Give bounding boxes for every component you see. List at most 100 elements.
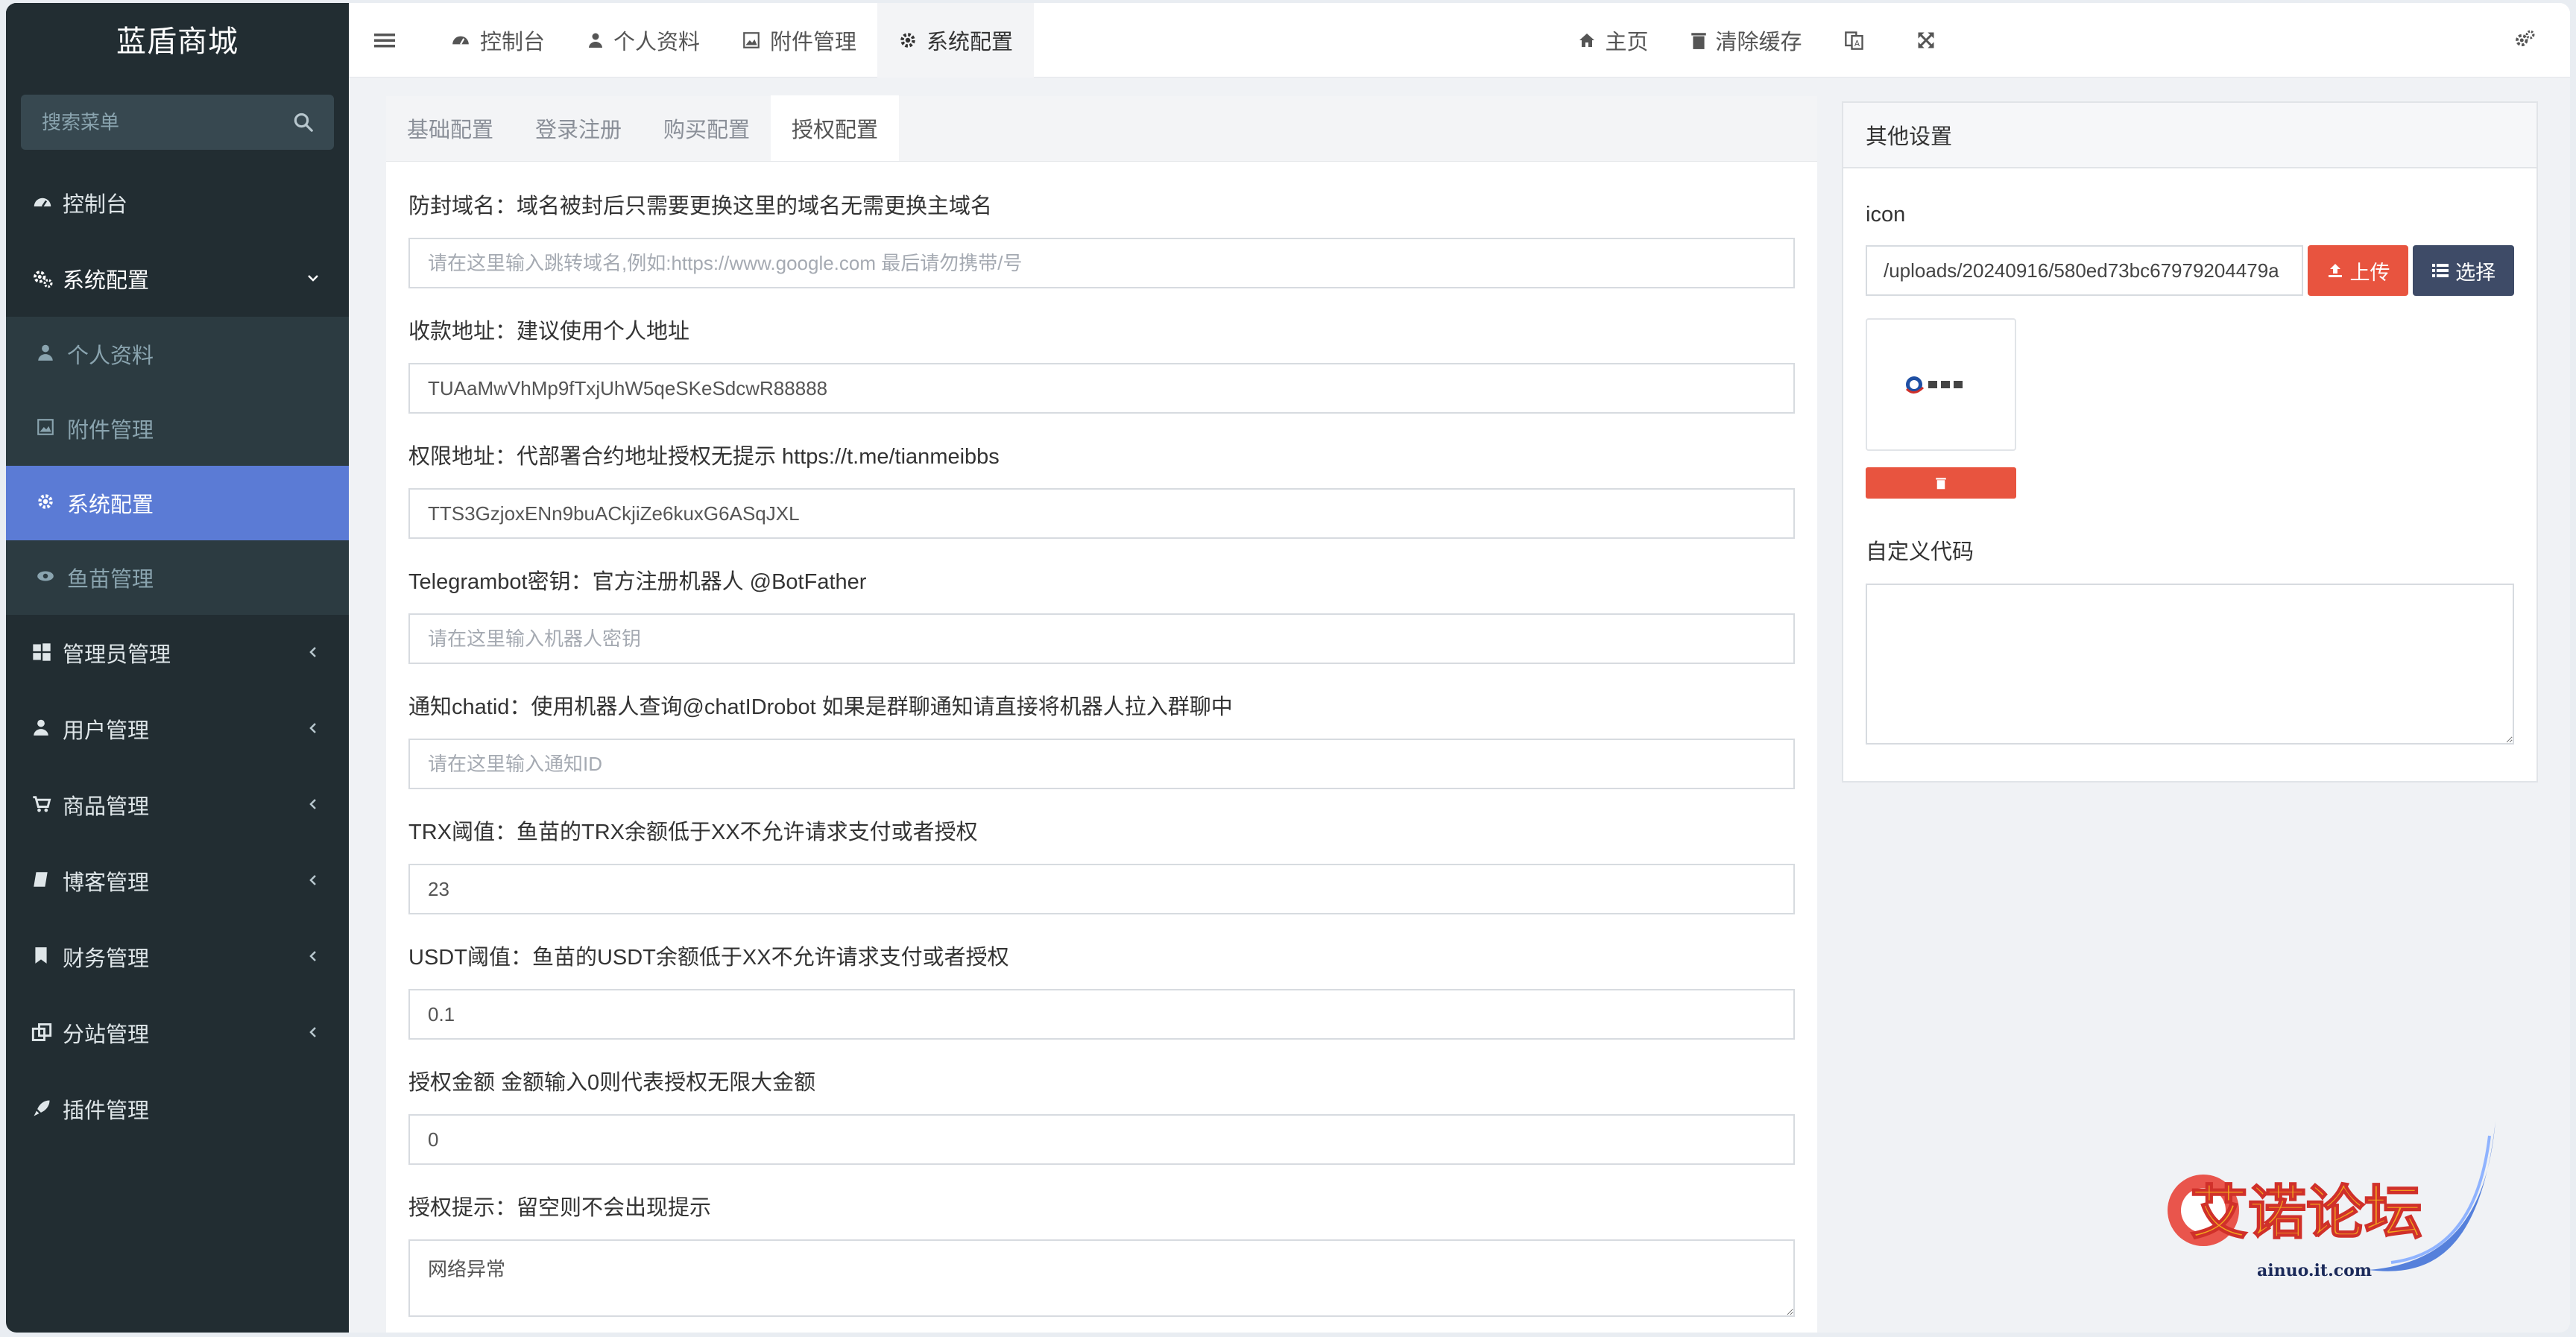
trash-icon <box>1690 32 1706 49</box>
choose-button[interactable]: 选择 <box>2413 245 2515 296</box>
custom-code-label: 自定义代码 <box>1866 540 1974 564</box>
sidebar-item-users[interactable]: 用户管理 <box>6 691 349 767</box>
settings-button[interactable] <box>2488 3 2570 78</box>
sidebar-item-label: 系统配置 <box>63 269 150 293</box>
auth-amount-input[interactable] <box>408 1114 1795 1165</box>
chevron-left-icon <box>309 1027 316 1037</box>
chevron-down-icon <box>308 275 318 282</box>
sidebar-item-label: 鱼苗管理 <box>67 568 154 592</box>
sidebar-item-label: 商品管理 <box>63 795 150 819</box>
watermark-logo: 艾诺论坛 ainuo.it.com <box>2145 1113 2503 1307</box>
tab-attachments[interactable]: 附件管理 <box>721 3 877 78</box>
upload-label: 上传 <box>2349 261 2390 284</box>
tab-label: 个人资料 <box>613 30 701 54</box>
search-icon[interactable] <box>292 111 315 133</box>
sidebar-item-label: 管理员管理 <box>63 643 171 667</box>
chevron-left-icon <box>309 951 316 961</box>
brand-title: 蓝盾商城 <box>6 3 349 81</box>
sidebar-item-label: 财务管理 <box>63 947 150 971</box>
tab-basic-config[interactable]: 基础配置 <box>386 95 514 161</box>
tab-dashboard[interactable]: 控制台 <box>429 3 566 78</box>
usdt-threshold-input[interactable] <box>408 989 1795 1040</box>
menu-search-input[interactable] <box>21 95 334 150</box>
sidebar-menu: 控制台 系统配置 个人资料 附件管理 系统配置 鱼苗管理 管理员管理 用户管理 … <box>6 165 349 1147</box>
icon-path-input[interactable] <box>1866 245 2303 296</box>
cart-icon <box>31 794 54 816</box>
list-icon <box>2432 264 2449 277</box>
field-label: 通知chatid：使用机器人查询@chatIDrobot 如果是群聊通知请直接将… <box>408 695 1233 719</box>
icon-upload-row: 上传 选择 <box>1866 245 2515 296</box>
receive-address-input[interactable] <box>408 363 1795 414</box>
fullscreen-button[interactable] <box>1895 3 1966 78</box>
tab-system-config[interactable]: 系统配置 <box>877 3 1035 78</box>
auth-config-form: 防封域名：域名被封后只需要更换这里的域名无需更换主域名 收款地址：建议使用个人地… <box>386 189 1817 1317</box>
menu-icon <box>374 33 395 47</box>
form-group-domain: 防封域名：域名被封后只需要更换这里的域名无需更换主域名 <box>408 189 1795 288</box>
bot-token-input[interactable] <box>408 613 1795 664</box>
sidebar-item-blog[interactable]: 博客管理 <box>6 843 349 919</box>
chevron-left-icon <box>309 799 316 809</box>
chevron-left-icon <box>309 875 316 885</box>
user-icon <box>31 718 54 740</box>
tab-auth-config[interactable]: 授权配置 <box>771 95 900 161</box>
field-label: 权限地址：代部署合约地址授权无提示 https://t.me/tianmeibb… <box>408 445 1000 469</box>
sidebar-item-label: 控制台 <box>63 193 128 217</box>
sidebar-item-profile[interactable]: 个人资料 <box>6 317 349 391</box>
field-label: 收款地址：建议使用个人地址 <box>408 320 690 344</box>
domain-input[interactable] <box>408 238 1795 288</box>
sidebar-item-attachments[interactable]: 附件管理 <box>6 391 349 466</box>
sidebar-item-dashboard[interactable]: 控制台 <box>6 165 349 241</box>
form-group-bot-token: Telegrambot密钥：官方注册机器人 @BotFather <box>408 564 1795 664</box>
gear-icon <box>900 32 915 48</box>
user-icon <box>36 343 58 365</box>
tab-purchase-config[interactable]: 购买配置 <box>643 95 771 161</box>
trx-threshold-input[interactable] <box>408 864 1795 914</box>
sidebar-item-system-config-sub[interactable]: 系统配置 <box>6 466 349 540</box>
choose-label: 选择 <box>2455 261 2496 284</box>
field-label: TRX阈值：鱼苗的TRX余额低于XX不允许请求支付或者授权 <box>408 821 978 844</box>
image-icon <box>36 417 58 440</box>
bookmark-icon <box>31 946 54 968</box>
auth-tip-textarea[interactable]: 网络异常 <box>408 1239 1795 1317</box>
upload-button[interactable]: 上传 <box>2307 245 2409 296</box>
svg-text:A: A <box>1854 39 1860 48</box>
field-label: USDT阈值：鱼苗的USDT余额低于XX不允许请求支付或者授权 <box>408 946 1009 970</box>
system-config-submenu: 个人资料 附件管理 系统配置 鱼苗管理 <box>6 317 349 615</box>
gear-icon <box>36 492 58 514</box>
home-link[interactable]: 主页 <box>1556 3 1670 78</box>
form-group-auth-tip: 授权提示：留空则不会出现提示 网络异常 <box>408 1190 1795 1317</box>
custom-code-textarea[interactable] <box>1866 584 2514 745</box>
sidebar-item-system-config[interactable]: 系统配置 <box>6 241 349 317</box>
eye-icon <box>36 566 58 589</box>
sidebar-item-label: 个人资料 <box>67 344 154 368</box>
translate-icon: A <box>1844 31 1863 50</box>
sidebar-item-fish[interactable]: 鱼苗管理 <box>6 540 349 615</box>
sidebar-item-plugins[interactable]: 插件管理 <box>6 1071 349 1147</box>
sidebar-item-label: 系统配置 <box>67 493 154 517</box>
sidebar-item-substations[interactable]: 分站管理 <box>6 995 349 1071</box>
permission-address-input[interactable] <box>408 488 1795 539</box>
tab-profile[interactable]: 个人资料 <box>566 3 721 78</box>
book-icon <box>31 870 54 892</box>
sidebar-item-admins[interactable]: 管理员管理 <box>6 615 349 691</box>
tab-label: 控制台 <box>480 30 546 54</box>
translate-button[interactable]: A <box>1823 3 1895 78</box>
home-label: 主页 <box>1605 30 1649 54</box>
tab-login-register[interactable]: 登录注册 <box>514 95 643 161</box>
panel-title: 其他设置 <box>1843 103 2536 168</box>
delete-icon-button[interactable] <box>1866 467 2016 499</box>
sidebar-item-products[interactable]: 商品管理 <box>6 767 349 843</box>
sidebar-toggle[interactable] <box>349 3 429 78</box>
image-icon <box>743 31 760 48</box>
form-group-permission-address: 权限地址：代部署合约地址授权无提示 https://t.me/tianmeibb… <box>408 439 1795 539</box>
sidebar-item-label: 附件管理 <box>67 419 154 443</box>
field-label: Telegrambot密钥：官方注册机器人 @BotFather <box>408 570 867 594</box>
clear-cache-button[interactable]: 清除缓存 <box>1670 3 1823 78</box>
chevron-left-icon <box>309 647 316 657</box>
sidebar-item-finance[interactable]: 财务管理 <box>6 919 349 995</box>
config-tabs: 基础配置 登录注册 购买配置 授权配置 <box>386 95 1817 162</box>
cogs-icon <box>31 268 54 290</box>
other-settings-panel: 其他设置 icon 上传 选择 <box>1842 101 2538 783</box>
icon-preview[interactable] <box>1866 318 2016 451</box>
chatid-input[interactable] <box>408 739 1795 789</box>
